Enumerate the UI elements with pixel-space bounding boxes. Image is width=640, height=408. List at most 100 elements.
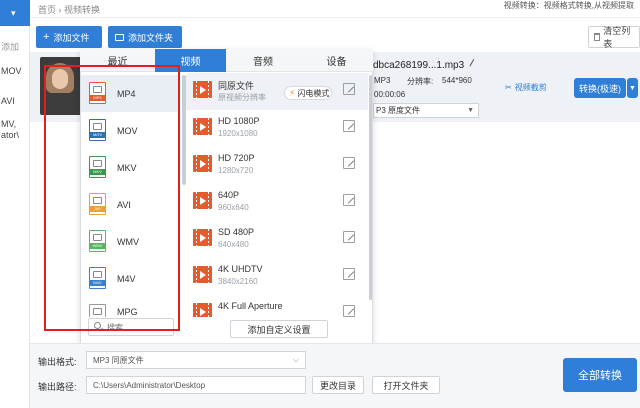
sidebar-item-mov[interactable]: MOV [0, 66, 30, 76]
file-name-text: dbca268199...1.mp3 [373, 60, 465, 71]
edit-icon[interactable] [343, 305, 355, 317]
quality-name: SD 480P [218, 227, 255, 237]
format-search-input[interactable] [88, 318, 174, 336]
video-file-icon [193, 155, 212, 172]
open-folder-button[interactable]: 打开文件夹 [372, 376, 440, 394]
add-custom-setting-button[interactable]: 添加自定义设置 [230, 320, 328, 338]
edit-icon[interactable] [343, 157, 355, 169]
video-file-icon [193, 81, 212, 98]
format-item-mp4[interactable]: MP4 MP4 [81, 75, 178, 112]
quality-name: 4K Full Aperture [218, 301, 283, 311]
top-bar: 首页 › 视频转换 视频转换：视频格式转换,从视频提取 [30, 0, 640, 18]
change-directory-button[interactable]: 更改目录 [312, 376, 364, 394]
quality-name: HD 1080P [218, 116, 260, 126]
chevron-down-icon: ▼ [467, 107, 474, 114]
convert-button[interactable]: 转换(极速) [574, 78, 626, 98]
quality-resolution: 原视频分辨率 [218, 93, 266, 102]
format-item-mov[interactable]: MOV MOV [81, 112, 178, 149]
clear-list-label: 清空列表 [603, 26, 631, 49]
format-label-m4v: M4V [117, 273, 136, 284]
sidebar-collapse-button[interactable]: ▾ [0, 0, 30, 26]
mov-file-icon: MOV [89, 119, 106, 141]
format-list: MP4 MP4 MOV MOV MKV MKV AVI AVI WMV WMV … [81, 73, 183, 343]
file-output-select[interactable]: P3 原度文件 ▼ [373, 103, 479, 118]
video-file-icon [193, 303, 212, 317]
format-label-mkv: MKV [117, 162, 137, 173]
mpg-file-icon [89, 304, 106, 317]
trash-icon [594, 33, 601, 41]
popup-tabs: 最近 视频 音频 设备 [80, 49, 373, 72]
add-folder-button[interactable]: 添加文件夹 [108, 26, 182, 48]
clear-list-button[interactable]: 清空列表 [588, 26, 640, 49]
mkv-file-icon: MKV [89, 156, 106, 178]
resolution-value: 544*960 [442, 76, 472, 85]
format-item-wmv[interactable]: WMV WMV [81, 223, 178, 260]
tab-audio[interactable]: 音频 [226, 49, 300, 72]
quality-name: HD 720P [218, 153, 255, 163]
quality-resolution: 1280x720 [218, 166, 254, 175]
format-item-mkv[interactable]: MKV MKV [81, 149, 178, 186]
breadcrumb-home[interactable]: 首页 [38, 5, 56, 15]
quality-item-4k-uhdtv[interactable]: 4K UHDTV 3840x2160 [186, 258, 368, 295]
resolution-label: 分辨率: [407, 77, 434, 86]
plus-icon: + [43, 31, 50, 43]
edit-icon[interactable] [343, 231, 355, 243]
search-icon [94, 322, 101, 329]
quality-item-640p[interactable]: 640P 960x640 [186, 184, 368, 221]
breadcrumb: 首页 › 视频转换 [38, 3, 100, 16]
clip-label: 视频截剪 [514, 83, 547, 92]
edit-icon[interactable] [343, 194, 355, 206]
quality-item-480p[interactable]: SD 480P 640x480 [186, 221, 368, 258]
quality-item-1080p[interactable]: HD 1080P 1920x1080 [186, 110, 368, 147]
format-search-field[interactable] [107, 321, 171, 333]
file-output-value: P3 原度文件 [376, 106, 421, 115]
output-format-select[interactable]: MP3 同原文件 ⌵ [86, 351, 306, 369]
clip-button[interactable]: ✂ 视频截剪 [505, 82, 547, 93]
convert-options-button[interactable]: ▼ [627, 78, 638, 98]
wmv-file-icon: WMV [89, 230, 106, 252]
tab-device[interactable]: 设备 [300, 49, 373, 72]
edit-icon[interactable] [343, 83, 355, 95]
tab-video[interactable]: 视频 [155, 49, 226, 72]
quality-item-original[interactable]: 同原文件 原视频分辨率 [186, 73, 368, 110]
sidebar-item-mv[interactable]: MV, [0, 119, 30, 129]
sidebar-item-path: ator\ [1, 130, 20, 140]
sidebar-item-avi[interactable]: AVI [0, 96, 30, 106]
add-folder-label: 添加文件夹 [128, 32, 174, 43]
video-file-icon [193, 118, 212, 135]
file-format: MP3 [374, 76, 391, 85]
format-label-wmv: WMV [117, 236, 139, 247]
quality-list-scrollbar[interactable] [369, 75, 372, 300]
quality-item-4k-full-aperture[interactable]: 4K Full Aperture [186, 295, 368, 317]
flash-mode-badge[interactable]: ⚡ 闪电模式 [284, 86, 332, 100]
quality-item-720p[interactable]: HD 720P 1280x720 [186, 147, 368, 184]
avi-file-icon: AVI [89, 193, 106, 215]
file-name: dbca268199...1.mp3 [373, 59, 479, 71]
video-file-icon [193, 266, 212, 283]
video-thumbnail[interactable] [40, 57, 82, 115]
quality-resolution: 960x640 [218, 203, 249, 212]
tab-recent[interactable]: 最近 [80, 49, 155, 72]
format-item-m4v[interactable]: M4V M4V [81, 260, 178, 297]
add-file-button[interactable]: + 添加文件 [36, 26, 102, 48]
format-label-mp4: MP4 [117, 88, 136, 99]
sidebar-item-add[interactable]: 添加 [0, 40, 30, 53]
quality-resolution: 3840x2160 [218, 277, 258, 286]
output-path-label: 输出路径: [38, 382, 77, 392]
output-path-field[interactable]: C:\Users\Administrator\Desktop [86, 376, 306, 394]
format-label-mov: MOV [117, 125, 138, 136]
video-file-icon [193, 192, 212, 209]
format-item-mpg[interactable]: MPG [81, 297, 178, 317]
edit-icon[interactable] [343, 268, 355, 280]
quality-name: 640P [218, 190, 240, 200]
lightning-icon: ⚡ [289, 87, 296, 98]
scissors-icon: ✂ [505, 83, 512, 92]
format-label-avi: AVI [117, 199, 131, 210]
format-item-avi[interactable]: AVI AVI [81, 186, 178, 223]
quality-resolution: 640x480 [218, 240, 249, 249]
quality-resolution: 1920x1080 [218, 129, 258, 138]
quality-name: 同原文件 [218, 81, 255, 91]
convert-all-button[interactable]: 全部转换 [563, 358, 637, 392]
edit-icon[interactable] [343, 120, 355, 132]
m4v-file-icon: M4V [89, 267, 106, 289]
